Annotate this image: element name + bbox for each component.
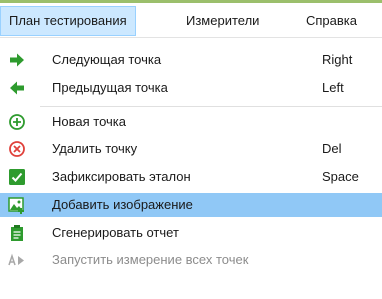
checkbox-checked-icon <box>8 168 26 186</box>
menu-item-shortcut: Del <box>322 141 342 156</box>
add-image-icon <box>8 196 26 214</box>
menu-item-run-all[interactable]: Запустить измерение всех точек <box>0 248 382 272</box>
delete-point-icon <box>8 140 26 158</box>
arrow-right-icon <box>8 51 26 69</box>
clipboard-report-icon <box>8 224 26 242</box>
menu-item-label: Следующая точка <box>52 52 162 67</box>
menu-item-label: Предыдущая точка <box>52 80 168 95</box>
menu-help[interactable]: Справка <box>298 6 365 36</box>
run-all-icon <box>8 251 26 269</box>
menu-item-new-point[interactable]: Новая точка <box>0 110 382 134</box>
menu-item-next-point[interactable]: Следующая точка Right <box>0 48 382 72</box>
menu-item-delete-point[interactable]: Удалить точку Del <box>0 137 382 161</box>
menu-item-label: Новая точка <box>52 114 126 129</box>
menu-item-generate-report[interactable]: Сгенерировать отчет <box>0 221 382 245</box>
menu-item-prev-point[interactable]: Предыдущая точка Left <box>0 76 382 100</box>
add-point-icon <box>8 113 26 131</box>
menu-item-shortcut: Right <box>322 52 353 67</box>
menu-item-label: Удалить точку <box>52 141 138 156</box>
menu-separator <box>40 106 382 107</box>
menu-item-add-image[interactable]: Добавить изображение <box>0 193 382 217</box>
menu-meters[interactable]: Измерители <box>178 6 267 36</box>
menu-item-fix-reference[interactable]: Зафиксировать эталон Space <box>0 165 382 189</box>
menu-test-plan[interactable]: План тестирования <box>0 6 136 36</box>
menu-bar: План тестирования Измерители Справка <box>0 3 382 38</box>
menu-item-label: Запустить измерение всех точек <box>52 252 249 267</box>
menu-item-label: Добавить изображение <box>52 197 193 212</box>
menu-item-shortcut: Space <box>322 169 359 184</box>
arrow-left-icon <box>8 79 26 97</box>
menu-item-label: Зафиксировать эталон <box>52 169 191 184</box>
menu-item-shortcut: Left <box>322 80 344 95</box>
menu-item-label: Сгенерировать отчет <box>52 225 179 240</box>
test-plan-dropdown-menu: Следующая точка Right Предыдущая точка L… <box>0 38 382 299</box>
